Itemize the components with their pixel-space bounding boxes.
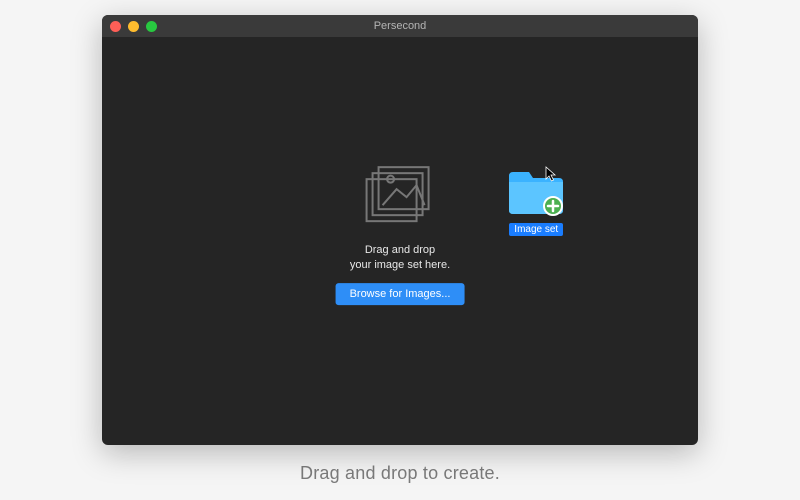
titlebar: Persecond (102, 15, 698, 37)
dropzone[interactable]: Drag and drop your image set here. Brows… (336, 161, 465, 305)
image-placeholder-icon (361, 161, 439, 231)
page-caption: Drag and drop to create. (300, 463, 500, 484)
drop-line1: Drag and drop (365, 244, 435, 256)
folder-label: Image set (509, 223, 563, 236)
content-area[interactable]: Drag and drop your image set here. Brows… (102, 37, 698, 445)
maximize-icon[interactable] (146, 21, 157, 32)
dragged-folder[interactable]: Image set (507, 168, 565, 236)
browse-button[interactable]: Browse for Images... (336, 283, 465, 305)
app-window: Persecond Drag and drop your image set h… (102, 15, 698, 445)
drop-line2: your image set here. (350, 259, 450, 271)
window-title: Persecond (102, 20, 698, 32)
window-controls (102, 21, 157, 32)
drop-instruction: Drag and drop your image set here. (350, 243, 450, 273)
close-icon[interactable] (110, 21, 121, 32)
cursor-icon (545, 166, 557, 182)
minimize-icon[interactable] (128, 21, 139, 32)
